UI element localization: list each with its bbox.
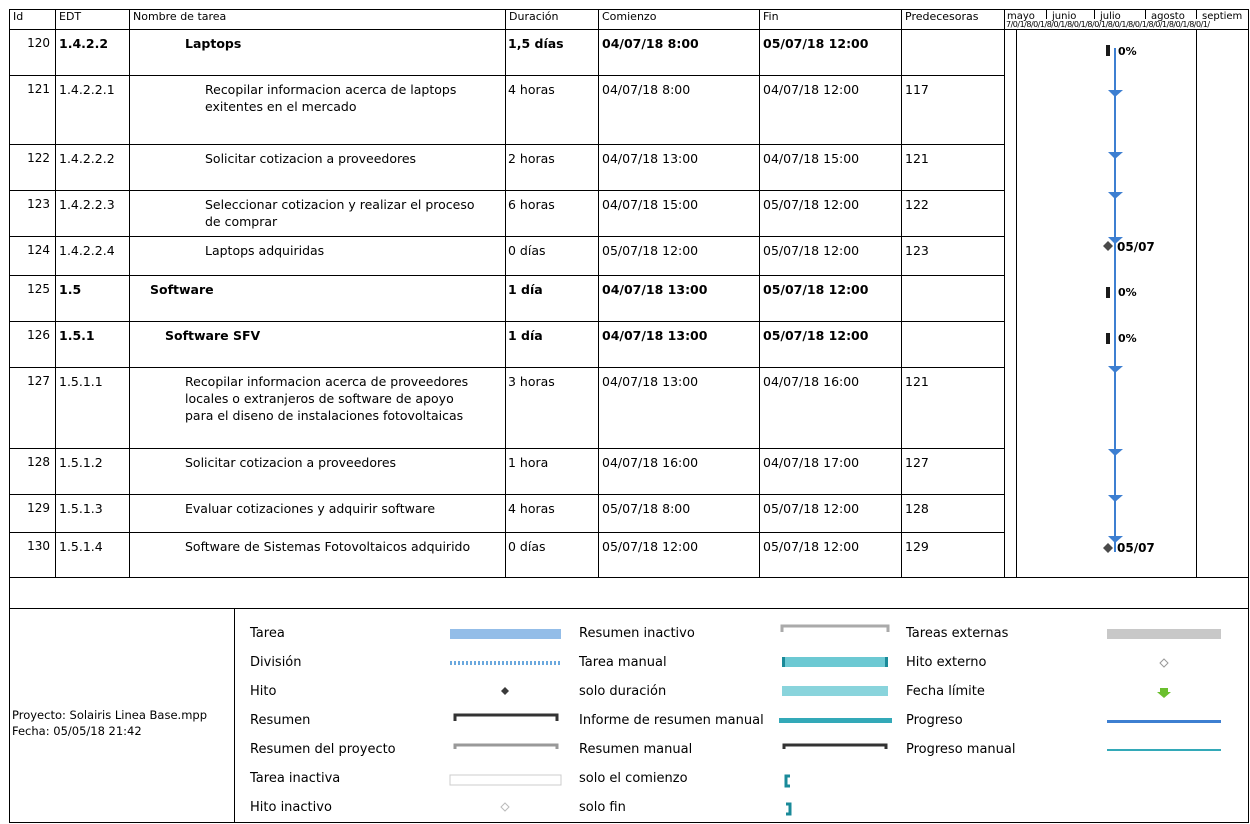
inactive-task-swatch (449, 774, 562, 786)
link-arrow (1108, 192, 1123, 199)
gantt-label: 0% (1118, 45, 1137, 58)
manual-task-edge (782, 657, 785, 667)
progress-swatch (1107, 720, 1221, 723)
legend-swatches (449, 624, 1221, 816)
finish-only-swatch (786, 802, 792, 816)
start-only-swatch (784, 774, 790, 788)
deadline-swatch (1157, 688, 1171, 698)
link-arrow (1108, 152, 1123, 159)
manual-task-swatch (782, 657, 888, 667)
summary-marker (1106, 287, 1110, 298)
link-arrow (1108, 495, 1123, 502)
gantt-label: 05/07 (1117, 240, 1155, 254)
task-swatch (450, 629, 561, 639)
manual-progress-swatch (1107, 749, 1221, 751)
inactive-milestone-swatch (500, 802, 510, 812)
duration-only-swatch (782, 686, 888, 696)
link-arrow (1108, 366, 1123, 373)
manual-summary-report-swatch (779, 718, 892, 723)
external-tasks-swatch (1107, 629, 1221, 639)
milestone-swatch (501, 687, 509, 695)
gantt-label: 05/07 (1117, 541, 1155, 555)
summary-marker (1106, 45, 1110, 56)
summary-marker (1106, 333, 1110, 344)
link-arrow (1108, 449, 1123, 456)
gantt-chart (1103, 45, 1123, 553)
inactive-summary-swatch (780, 624, 890, 632)
external-milestone-swatch (1159, 658, 1169, 668)
project-summary-swatch (453, 743, 559, 749)
gantt-label: 0% (1118, 332, 1137, 345)
milestone-diamond (1103, 543, 1113, 553)
grid-line (9, 822, 1249, 823)
manual-task-edge (885, 657, 888, 667)
gantt-label: 0% (1118, 286, 1137, 299)
milestone-diamond (1103, 241, 1113, 251)
link-arrow (1108, 90, 1123, 97)
manual-summary-swatch (782, 743, 888, 749)
summary-swatch (453, 713, 559, 721)
